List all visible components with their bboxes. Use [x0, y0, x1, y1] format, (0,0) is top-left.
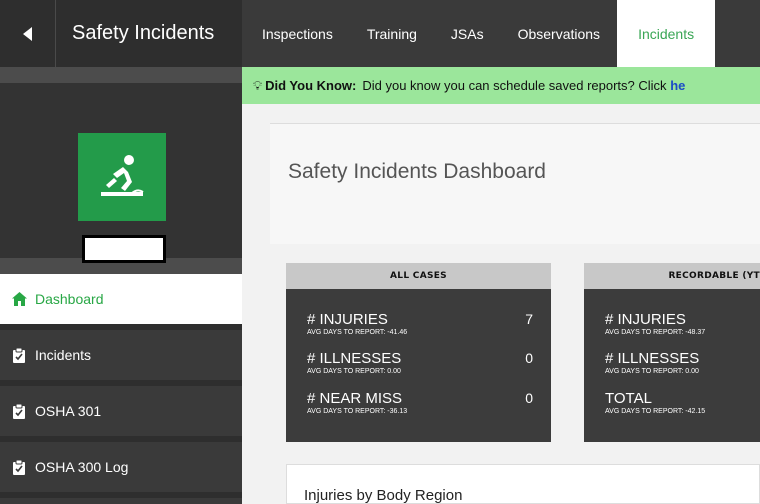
stat-label: # ILLNESSES: [307, 350, 402, 367]
app-logo: [78, 133, 166, 221]
stat-value: 0: [525, 390, 533, 406]
sidebar-item-label: OSHA 301: [35, 403, 102, 419]
logo-area: [0, 83, 242, 263]
injuries-by-body-region-panel: Injuries by Body Region: [286, 464, 760, 504]
tab-jsas[interactable]: JSAs: [434, 0, 501, 67]
sidebar: Dashboard Incidents OSHA 301 OSHA 300 Lo…: [0, 67, 242, 504]
sidebar-item-dashboard[interactable]: Dashboard: [0, 274, 242, 330]
tab-training[interactable]: Training: [350, 0, 434, 67]
tab-observations[interactable]: Observations: [501, 0, 617, 67]
tab-incidents[interactable]: Incidents: [617, 0, 716, 67]
back-arrow-icon: [23, 26, 32, 41]
banner-text: Did you know you can schedule saved repo…: [362, 78, 667, 93]
stat-sub: AVG DAYS TO REPORT: -36.13: [307, 408, 408, 415]
back-button[interactable]: [0, 0, 56, 67]
app-title: Safety Incidents: [56, 0, 242, 67]
stat-sub: AVG DAYS TO REPORT: -41.46: [307, 329, 408, 336]
stat-value: 7: [525, 311, 533, 327]
banner-link[interactable]: he: [670, 78, 685, 93]
home-icon: [11, 291, 27, 307]
clipboard-check-icon: [11, 347, 27, 363]
did-you-know-banner: 💡︎ Did You Know: Did you know you can sc…: [242, 67, 760, 104]
sidebar-item-label: Dashboard: [35, 291, 104, 307]
stat-sub: AVG DAYS TO REPORT: 0.00: [307, 368, 401, 375]
dashboard-header-card: Safety Incidents Dashboard: [270, 123, 760, 244]
stat-label: # NEAR MISS: [307, 390, 403, 407]
stat-label: # INJURIES: [307, 311, 388, 328]
stat-row-injuries: # INJURIES AVG DAYS TO REPORT: -41.46 7: [307, 311, 533, 336]
sidebar-item-osha-301[interactable]: OSHA 301: [0, 386, 242, 442]
lightbulb-icon: 💡︎: [253, 77, 263, 93]
stat-sub: AVG DAYS TO REPORT: 0.00: [605, 368, 699, 375]
all-cases-card: ALL CASES # INJURIES AVG DAYS TO REPORT:…: [286, 263, 551, 442]
tab-inspections[interactable]: Inspections: [242, 0, 350, 67]
sidebar-item-incidents[interactable]: Incidents: [0, 330, 242, 386]
stat-label: # INJURIES: [605, 311, 686, 328]
clipboard-check-icon: [11, 459, 27, 475]
sidebar-item-label: OSHA 300 Log: [35, 459, 129, 475]
stat-value: 0: [525, 350, 533, 366]
card-header: RECORDABLE (YT: [584, 263, 760, 289]
page-title: Safety Incidents Dashboard: [288, 160, 546, 183]
stat-sub: AVG DAYS TO REPORT: -42.15: [605, 408, 706, 415]
stat-row-near-miss: # NEAR MISS AVG DAYS TO REPORT: -36.13 0: [307, 390, 533, 415]
banner-lead: Did You Know:: [265, 78, 357, 93]
recordable-card: RECORDABLE (YT # INJURIES AVG DAYS TO RE…: [584, 263, 760, 442]
sidebar-item-label: Incidents: [35, 347, 92, 363]
card-header: ALL CASES: [286, 263, 551, 289]
sidebar-divider: [0, 67, 242, 83]
stat-row-illnesses: # ILLNESSES AVG DAYS TO REPORT: 0.00: [605, 350, 760, 375]
top-bar: Safety Incidents Inspections Training JS…: [0, 0, 760, 67]
tab-bar: Inspections Training JSAs Observations I…: [242, 0, 760, 67]
stat-row-illnesses: # ILLNESSES AVG DAYS TO REPORT: 0.00 0: [307, 350, 533, 375]
panel-title: Injuries by Body Region: [304, 487, 463, 504]
stat-label: TOTAL: [605, 390, 652, 407]
stat-label: # ILLNESSES: [605, 350, 700, 367]
stat-row-injuries: # INJURIES AVG DAYS TO REPORT: -48.37: [605, 311, 760, 336]
user-name-placeholder: [82, 235, 166, 263]
sidebar-item-osha-300-log[interactable]: OSHA 300 Log: [0, 442, 242, 498]
stat-sub: AVG DAYS TO REPORT: -48.37: [605, 329, 706, 336]
stat-row-total: TOTAL AVG DAYS TO REPORT: -42.15: [605, 390, 760, 415]
slip-fall-icon: [101, 155, 144, 196]
clipboard-check-icon: [11, 403, 27, 419]
